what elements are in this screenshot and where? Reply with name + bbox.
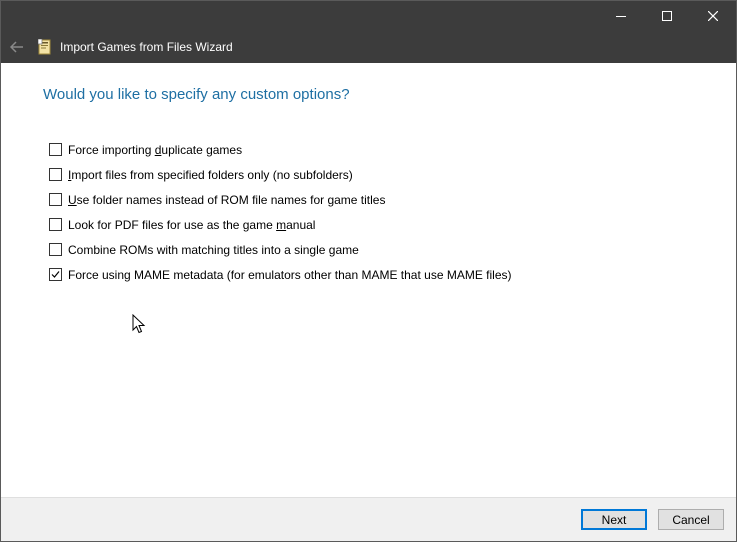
wizard-page: Would you like to specify any custom opt… <box>1 63 736 497</box>
page-heading: Would you like to specify any custom opt… <box>43 86 350 103</box>
cancel-button[interactable]: Cancel <box>658 509 724 530</box>
minimize-icon <box>616 16 626 17</box>
window-title: Import Games from Files Wizard <box>60 40 233 54</box>
minimize-button[interactable] <box>598 1 644 31</box>
option-force-duplicates[interactable]: Force importing duplicate games <box>49 137 512 162</box>
next-button[interactable]: Next <box>581 509 647 530</box>
footer-bar: Next Cancel <box>1 497 736 541</box>
option-mame-metadata[interactable]: Force using MAME metadata (for emulators… <box>49 262 512 287</box>
maximize-icon <box>662 11 672 21</box>
option-label: Look for PDF files for use as the game m… <box>68 217 316 232</box>
wizard-app-icon <box>38 39 51 55</box>
title-bar: Import Games from Files Wizard <box>1 1 736 63</box>
option-label: Use folder names instead of ROM file nam… <box>68 192 386 207</box>
checkmark-icon <box>51 271 60 278</box>
close-icon <box>708 11 718 21</box>
option-pdf-manual[interactable]: Look for PDF files for use as the game m… <box>49 212 512 237</box>
close-button[interactable] <box>690 1 736 31</box>
options-list: Force importing duplicate games Import f… <box>49 137 512 287</box>
maximize-button[interactable] <box>644 1 690 31</box>
option-label: Import files from specified folders only… <box>68 167 353 182</box>
checkbox[interactable] <box>49 193 62 206</box>
back-button[interactable] <box>7 37 27 57</box>
option-label: Force using MAME metadata (for emulators… <box>68 267 512 282</box>
wizard-window: Import Games from Files Wizard Would you… <box>0 0 737 542</box>
checkbox-checked[interactable] <box>49 268 62 281</box>
option-label: Force importing duplicate games <box>68 142 243 157</box>
checkbox[interactable] <box>49 243 62 256</box>
option-combine-roms[interactable]: Combine ROMs with matching titles into a… <box>49 237 512 262</box>
option-label: Combine ROMs with matching titles into a… <box>68 242 359 257</box>
option-folder-names[interactable]: Use folder names instead of ROM file nam… <box>49 187 512 212</box>
back-arrow-icon <box>10 41 23 53</box>
checkbox[interactable] <box>49 218 62 231</box>
checkbox[interactable] <box>49 168 62 181</box>
option-no-subfolders[interactable]: Import files from specified folders only… <box>49 162 512 187</box>
window-controls <box>598 1 736 31</box>
mouse-cursor-icon <box>132 314 146 334</box>
checkbox[interactable] <box>49 143 62 156</box>
